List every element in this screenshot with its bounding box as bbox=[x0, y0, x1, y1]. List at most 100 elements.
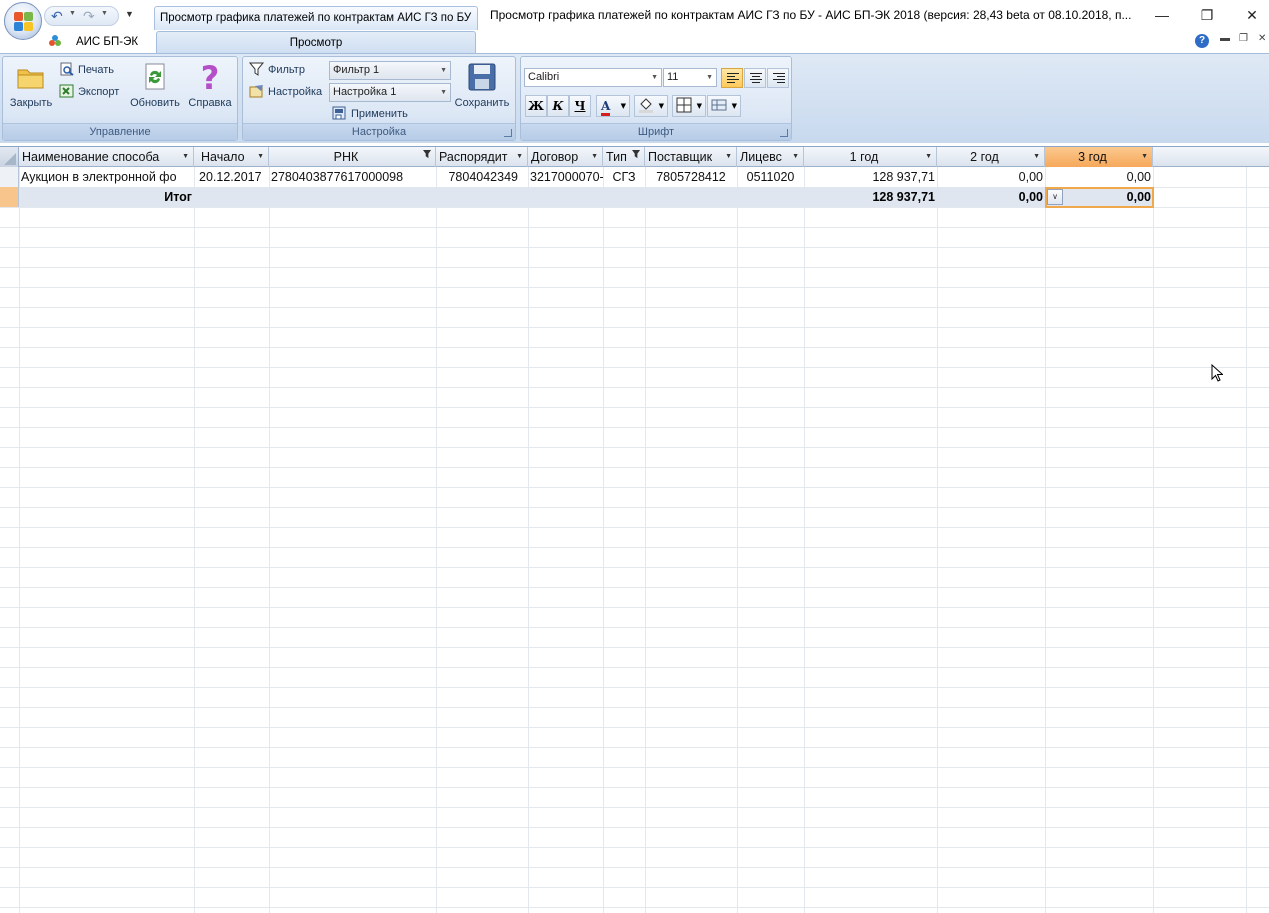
select-all-corner[interactable] bbox=[0, 147, 19, 167]
export-excel-icon bbox=[59, 84, 75, 98]
chevron-down-icon: ▼ bbox=[706, 74, 713, 81]
chevron-down-icon[interactable]: ▼ bbox=[257, 147, 264, 167]
underline-button[interactable]: Ч bbox=[569, 95, 591, 117]
chevron-down-icon[interactable]: ▼ bbox=[725, 147, 732, 167]
data-grid[interactable]: Наименование способа ▼ Начало ▼ РНК Распор… bbox=[0, 146, 1269, 913]
total-function-dropdown-icon[interactable]: ∨ bbox=[1047, 189, 1063, 205]
align-center-icon bbox=[750, 73, 762, 84]
title-bar: ↶ ▼ ↷ ▼ ▼ Просмотр графика платежей по к… bbox=[0, 0, 1269, 40]
chevron-down-icon[interactable]: ▼ bbox=[792, 147, 799, 167]
export-button[interactable]: Экспорт bbox=[59, 83, 119, 101]
close-button[interactable]: ✕ bbox=[1237, 4, 1267, 26]
chevron-down-icon[interactable]: ▼ bbox=[1141, 147, 1148, 167]
cell-manager[interactable]: 7804042349 bbox=[436, 167, 520, 187]
document-tab[interactable]: Просмотр графика платежей по контрактам … bbox=[154, 6, 478, 30]
redo-dropdown-icon[interactable]: ▼ bbox=[101, 10, 108, 17]
total-year2[interactable]: 0,00 bbox=[937, 187, 1045, 207]
cell-contract[interactable]: 3217000070- bbox=[528, 167, 603, 187]
borders-button[interactable]: ▼ bbox=[672, 95, 706, 117]
help-icon[interactable]: ? bbox=[1195, 34, 1209, 48]
font-color-button[interactable]: A ▼ bbox=[596, 95, 630, 117]
bold-button[interactable]: Ж bbox=[525, 95, 547, 117]
group-font: Calibri ▼ 11 ▼ Ж К Ч A ▼ ▼ ▼ ▼ Шрифт bbox=[520, 56, 792, 141]
cell-year1[interactable]: 128 937,71 bbox=[804, 167, 937, 187]
filter-select[interactable]: Фильтр 1 ▼ bbox=[329, 61, 451, 80]
cell-rnk[interactable]: 2780403877617000098 bbox=[269, 167, 436, 187]
cell-method[interactable]: Аукцион в электронной фо bbox=[19, 167, 194, 187]
total-row-header[interactable] bbox=[0, 187, 19, 207]
col-header-type[interactable]: Тип bbox=[603, 147, 645, 167]
chevron-down-icon: ▼ bbox=[658, 102, 664, 110]
refresh-button[interactable]: Обновить bbox=[127, 61, 183, 109]
col-header-label: Тип bbox=[606, 150, 627, 164]
italic-button[interactable]: К bbox=[547, 95, 569, 117]
mdi-close-icon[interactable]: ✕ bbox=[1258, 33, 1266, 44]
restore-button[interactable]: ❐ bbox=[1192, 4, 1222, 26]
col-header-manager[interactable]: Распорядит ▼ bbox=[436, 147, 528, 167]
row-header[interactable] bbox=[0, 167, 19, 187]
font-size-select[interactable]: 11 ▼ bbox=[663, 68, 717, 87]
group-settings: Фильтр Фильтр 1 ▼ Настройка Настройка 1 … bbox=[242, 56, 516, 141]
print-button[interactable]: Печать bbox=[59, 61, 114, 79]
align-left-button[interactable] bbox=[721, 68, 743, 88]
mdi-restore-icon[interactable]: ❐ bbox=[1239, 33, 1248, 44]
col-header-label: 2 год bbox=[970, 150, 999, 164]
col-header-supplier[interactable]: Поставщик ▼ bbox=[645, 147, 737, 167]
filter-button[interactable]: Фильтр bbox=[248, 61, 305, 79]
undo-icon[interactable]: ↶ bbox=[51, 8, 63, 24]
apply-button[interactable]: Применить bbox=[332, 105, 408, 123]
grid-lines bbox=[0, 167, 1269, 913]
cell-style-button[interactable]: ▼ bbox=[707, 95, 741, 117]
col-header-rnk[interactable]: РНК bbox=[269, 147, 436, 167]
font-dialog-launcher-icon[interactable] bbox=[780, 129, 788, 137]
grid-header-row: Наименование способа ▼ Начало ▼ РНК Распор… bbox=[0, 147, 1269, 167]
total-year1[interactable]: 128 937,71 bbox=[804, 187, 937, 207]
chevron-down-icon[interactable]: ▼ bbox=[925, 147, 932, 167]
mdi-minimize-icon[interactable]: ▬ bbox=[1220, 33, 1230, 44]
cell-supplier[interactable]: 7805728412 bbox=[645, 167, 737, 187]
col-header-method[interactable]: Наименование способа ▼ bbox=[19, 147, 194, 167]
undo-dropdown-icon[interactable]: ▼ bbox=[69, 10, 76, 17]
office-menu-button[interactable] bbox=[4, 2, 42, 40]
align-center-button[interactable] bbox=[744, 68, 766, 88]
ribbon: Закрыть Печать Экспорт Обновить ? Справк… bbox=[0, 53, 1269, 143]
save-button[interactable]: Сохранить bbox=[451, 61, 513, 109]
redo-icon[interactable]: ↷ bbox=[83, 8, 95, 24]
settings-select[interactable]: Настройка 1 ▼ bbox=[329, 83, 451, 102]
chevron-down-icon[interactable]: ▼ bbox=[516, 147, 523, 167]
cell-account[interactable]: 0511020 bbox=[737, 167, 804, 187]
tab-ais[interactable]: АИС БП-ЭК bbox=[48, 33, 138, 51]
col-header-year1[interactable]: 1 год ▼ bbox=[804, 147, 937, 167]
help-button[interactable]: ? Справка bbox=[185, 59, 235, 109]
cell-year2[interactable]: 0,00 bbox=[937, 167, 1045, 187]
col-header-year2[interactable]: 2 год ▼ bbox=[937, 147, 1045, 167]
settings-dialog-launcher-icon[interactable] bbox=[504, 129, 512, 137]
settings-button[interactable]: Настройка bbox=[249, 83, 322, 101]
minimize-button[interactable]: — bbox=[1147, 4, 1177, 26]
col-header-account[interactable]: Лицевс ▼ bbox=[737, 147, 804, 167]
fill-color-button[interactable]: ▼ bbox=[634, 95, 668, 117]
col-header-contract[interactable]: Договор ▼ bbox=[528, 147, 603, 167]
settings-label: Настройка bbox=[268, 86, 323, 98]
filter-icon[interactable] bbox=[632, 150, 641, 159]
col-header-year3[interactable]: 3 год ▼ bbox=[1045, 147, 1153, 167]
col-header-start[interactable]: Начало ▼ bbox=[194, 147, 269, 167]
export-label: Экспорт bbox=[78, 86, 120, 98]
customize-qat-icon[interactable]: ▼ bbox=[125, 9, 134, 19]
chevron-down-icon[interactable]: ▼ bbox=[1033, 147, 1040, 167]
cell-type[interactable]: СГЗ bbox=[603, 167, 645, 187]
font-name-select[interactable]: Calibri ▼ bbox=[524, 68, 662, 87]
app-logo-icon bbox=[48, 34, 62, 48]
filter-icon[interactable] bbox=[423, 150, 432, 159]
tab-view[interactable]: Просмотр bbox=[156, 31, 476, 53]
align-right-button[interactable] bbox=[767, 68, 789, 88]
filter-select-value: Фильтр 1 bbox=[333, 64, 380, 76]
chevron-down-icon[interactable]: ▼ bbox=[591, 147, 598, 167]
cell-start[interactable]: 20.12.2017 bbox=[197, 167, 269, 187]
font-color-icon: A bbox=[601, 99, 611, 116]
col-header-label: Начало bbox=[201, 150, 245, 164]
cell-year3[interactable]: 0,00 bbox=[1045, 167, 1153, 187]
quick-access-toolbar: ↶ ▼ ↷ ▼ bbox=[44, 6, 119, 26]
chevron-down-icon[interactable]: ▼ bbox=[182, 147, 189, 167]
close-doc-button[interactable]: Закрыть bbox=[7, 61, 55, 109]
